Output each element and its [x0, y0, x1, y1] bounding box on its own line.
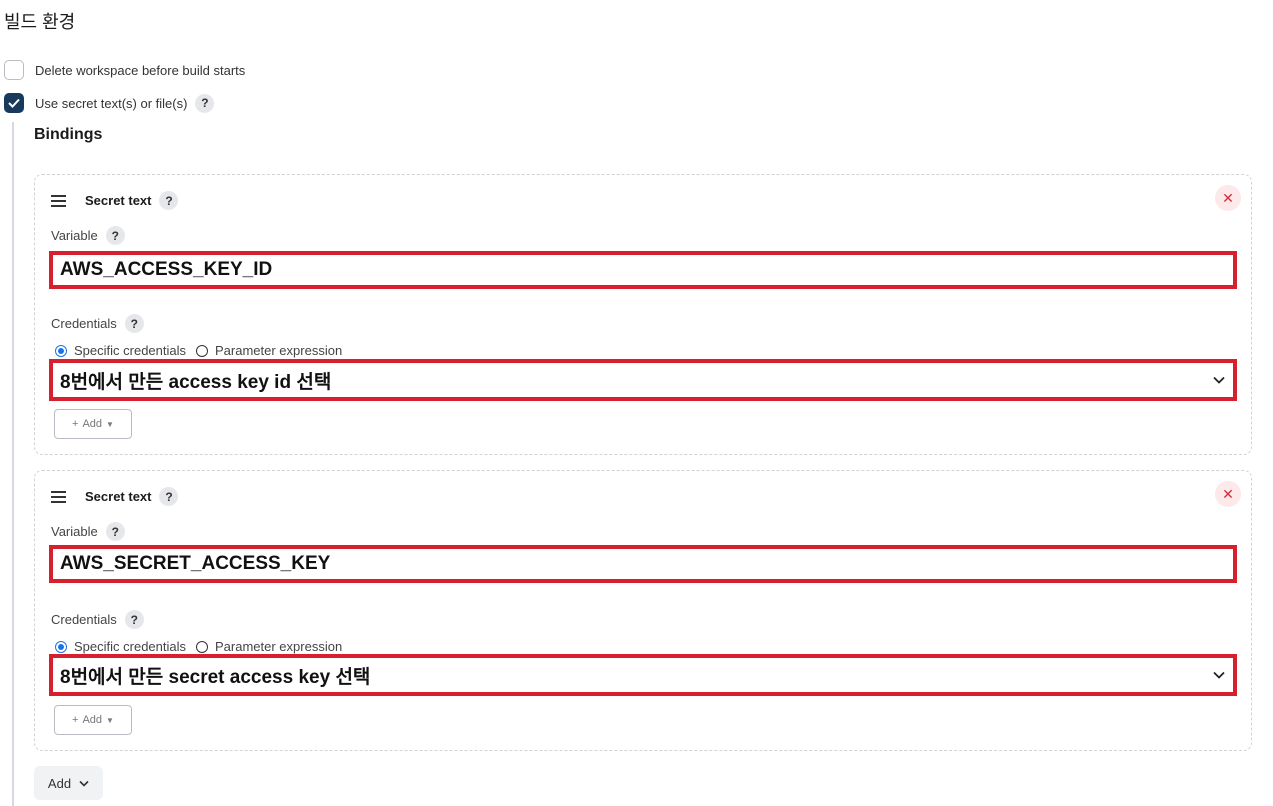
binding-type-label: Secret text	[85, 193, 152, 208]
help-icon[interactable]: ?	[195, 93, 215, 113]
credentials-select[interactable]: 8번에서 만든 access key id 선택	[49, 359, 1237, 401]
credentials-select-value: 8번에서 만든 access key id 선택	[60, 371, 332, 393]
help-icon[interactable]: ?	[159, 487, 179, 506]
credentials-select-value: 8번에서 만든 secret access key 선택	[60, 666, 371, 688]
add-credentials-label: Add	[82, 714, 103, 726]
binding-type-label: Secret text	[85, 489, 152, 504]
credentials-label: Credentials ?	[51, 314, 144, 333]
radio-parameter-expression[interactable]	[196, 640, 208, 653]
radio-specific-credentials[interactable]	[55, 344, 67, 357]
variable-label-text: Variable	[51, 524, 98, 539]
chevron-down-icon	[1213, 376, 1225, 384]
caret-down-icon: ▼	[106, 419, 114, 429]
use-secret-label: Use secret text(s) or file(s)	[35, 95, 188, 111]
add-credentials-button[interactable]: + Add ▼	[54, 705, 132, 735]
credentials-label-text: Credentials	[51, 612, 117, 627]
help-icon[interactable]: ?	[124, 314, 144, 333]
binding-header: Secret text ?	[51, 191, 179, 210]
variable-input[interactable]	[49, 251, 1237, 289]
add-binding-button[interactable]: Add	[34, 766, 103, 800]
bindings-title: Bindings	[34, 126, 103, 143]
radio-specific-label: Specific credentials	[74, 343, 186, 358]
plus-icon: +	[72, 714, 79, 726]
radio-specific-credentials[interactable]	[55, 640, 67, 653]
chevron-down-icon	[1213, 671, 1225, 679]
credentials-label-text: Credentials	[51, 316, 117, 331]
variable-label: Variable ?	[51, 522, 125, 541]
add-binding-label: Add	[47, 775, 72, 791]
drag-handle-icon[interactable]	[51, 490, 66, 503]
binding-card-2: Secret text ? ✕ Variable ? Credentials ?…	[34, 470, 1252, 751]
help-icon[interactable]: ?	[159, 191, 179, 210]
nested-section-line	[12, 122, 14, 806]
variable-label-text: Variable	[51, 228, 98, 243]
help-icon[interactable]: ?	[124, 610, 144, 629]
drag-handle-icon[interactable]	[51, 194, 66, 207]
help-icon[interactable]: ?	[105, 226, 125, 245]
check-icon	[8, 98, 20, 108]
close-icon[interactable]: ✕	[1215, 185, 1241, 211]
use-secret-checkbox[interactable]	[4, 93, 24, 113]
caret-down-icon: ▼	[106, 715, 114, 725]
radio-parameter-label: Parameter expression	[215, 343, 343, 358]
close-icon[interactable]: ✕	[1215, 481, 1241, 507]
credentials-radio-group: Specific credentials Parameter expressio…	[55, 639, 342, 654]
binding-card-1: Secret text ? ✕ Variable ? Credentials ?…	[34, 174, 1252, 455]
plus-icon: +	[72, 418, 79, 430]
help-icon[interactable]: ?	[105, 522, 125, 541]
chevron-down-icon	[79, 780, 89, 787]
credentials-radio-group: Specific credentials Parameter expressio…	[55, 343, 342, 358]
credentials-label: Credentials ?	[51, 610, 144, 629]
add-credentials-button[interactable]: + Add ▼	[54, 409, 132, 439]
add-credentials-label: Add	[82, 418, 103, 430]
use-secret-option[interactable]: Use secret text(s) or file(s) ?	[4, 93, 215, 113]
binding-header: Secret text ?	[51, 487, 179, 506]
credentials-select[interactable]: 8번에서 만든 secret access key 선택	[49, 654, 1237, 696]
delete-workspace-option[interactable]: Delete workspace before build starts	[4, 60, 245, 80]
radio-parameter-label: Parameter expression	[215, 639, 343, 654]
radio-specific-label: Specific credentials	[74, 639, 186, 654]
section-title: 빌드 환경	[4, 12, 76, 32]
radio-parameter-expression[interactable]	[196, 344, 208, 357]
variable-label: Variable ?	[51, 226, 125, 245]
delete-workspace-checkbox[interactable]	[4, 60, 24, 80]
delete-workspace-label: Delete workspace before build starts	[35, 62, 246, 78]
variable-input[interactable]	[49, 545, 1237, 583]
